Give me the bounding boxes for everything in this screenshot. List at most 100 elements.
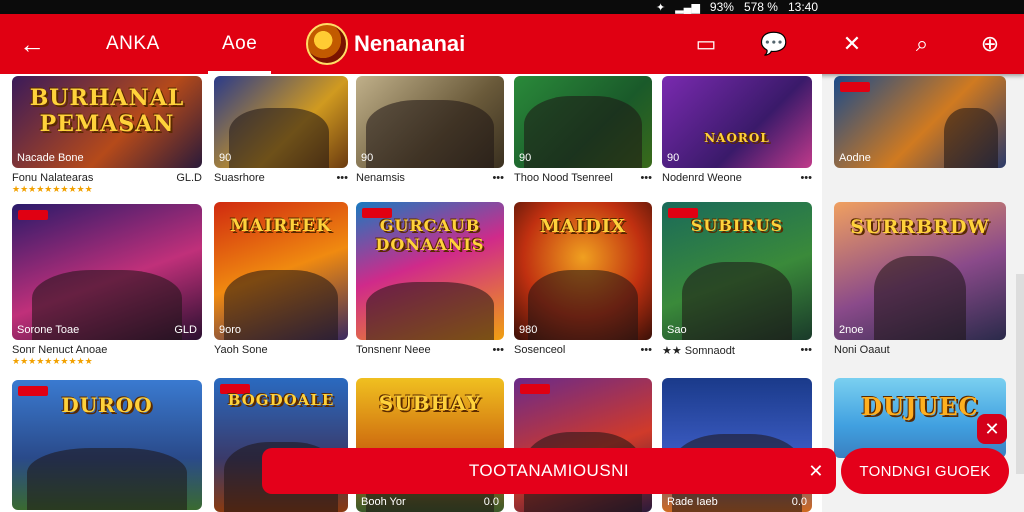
more-icon[interactable]: ••• [800, 172, 812, 184]
thumb-caption: Sorone Toae [17, 324, 80, 336]
card-footer: Noni Oaaut [834, 344, 1006, 356]
card-footer: Tonsnenr Neee ••• [356, 344, 504, 356]
card-footer: Suasrhore ••• [214, 172, 348, 184]
game-card[interactable]: NAOROL 90 Nodenrd Weone ••• [662, 76, 812, 184]
thumb-caption: 9oro [219, 324, 242, 336]
art-title: SUBHAY [378, 391, 482, 416]
pill-action-button[interactable]: TONDNGI GUOEK [841, 448, 1009, 494]
game-card[interactable]: 90 Nenamsis ••• [356, 76, 504, 184]
thumb-caption: Aodne [839, 152, 871, 164]
status-signal: 93% [709, 0, 734, 14]
search-icon: ⌕ [915, 31, 929, 56]
thumb-caption: 90 [361, 152, 374, 164]
game-thumbnail: Aodne [834, 76, 1006, 168]
rating-stars: ★★★★★★★★★★ [12, 356, 93, 366]
zoom-button[interactable]: ⊕ [968, 14, 1012, 74]
game-card[interactable]: SUBIRUS Sao ★★ Somnaodt ••• [662, 202, 812, 357]
status-battery: 578 % [743, 0, 778, 14]
zoom-icon: ⊕ [980, 31, 1000, 56]
bottom-banner[interactable]: TOOTANAMIOUSNI ✕ [262, 448, 836, 494]
brand[interactable]: Nenananai [306, 14, 465, 74]
thumb-caption: 90 [219, 152, 232, 164]
dismiss-button[interactable]: ✕ [977, 414, 1007, 444]
game-card[interactable]: GURCAUB DONAANIS Tonsnenr Neee ••• [356, 202, 504, 356]
more-icon[interactable]: ••• [492, 344, 504, 356]
game-title: Nodenrd Weone [662, 172, 742, 184]
art-title: GURCAUB DONAANIS [375, 215, 485, 254]
close-icon[interactable]: ✕ [808, 461, 824, 482]
more-icon[interactable]: ••• [492, 172, 504, 184]
thumb-value: 0.0 [791, 496, 807, 508]
game-card[interactable]: MAIDIX 980 Sosenceol ••• [514, 202, 652, 356]
back-button[interactable]: ← [0, 14, 64, 74]
character-group [229, 108, 329, 168]
thumb-caption: Sao [667, 324, 687, 336]
card-footer: ★★ Somnaodt ••• [662, 344, 812, 357]
game-card[interactable]: 90 Thoo Nood Tsenreel ••• [514, 76, 652, 184]
game-card[interactable]: SURRBRDW 2noe Noni Oaaut [834, 202, 1006, 356]
tools-button[interactable]: ✕ [830, 14, 874, 74]
game-thumbnail: GURCAUB DONAANIS [356, 202, 504, 340]
game-thumbnail: BURHANAL PEMASAN Nacade Bone [12, 76, 202, 168]
game-thumbnail: SURRBRDW 2noe [834, 202, 1006, 340]
search-button[interactable]: ⌕ [900, 14, 944, 74]
brand-logo [306, 23, 348, 65]
game-title: Thoo Nood Tsenreel [514, 172, 613, 184]
thumb-value: 0.0 [483, 496, 499, 508]
art-title: SUBIRUS [690, 215, 784, 235]
game-title: Yaoh Sone [214, 344, 268, 356]
character [874, 256, 966, 340]
character-group [27, 448, 187, 510]
game-card[interactable]: MAIREEK 9oro Yaoh Sone [214, 202, 348, 356]
game-title: Noni Oaaut [834, 344, 890, 356]
chat-icon: 💬 [760, 31, 788, 56]
game-card[interactable]: BURHANAL PEMASAN Nacade Bone Fonu Nalate… [12, 76, 202, 195]
game-thumbnail: MAIDIX 980 [514, 202, 652, 340]
close-icon: ✕ [984, 418, 1000, 439]
more-icon[interactable]: ••• [640, 344, 652, 356]
game-title: Sonr Nenuct Anoae [12, 344, 108, 356]
bookmark-button[interactable]: ▭ [684, 14, 728, 74]
game-title: Fonu Nalatearas [12, 172, 94, 184]
more-icon[interactable]: ••• [336, 172, 348, 184]
art-title: NAOROL [704, 131, 770, 146]
thumb-value: GLD [174, 324, 197, 336]
game-card[interactable]: Sorone Toae GLD Sonr Nenuct Anoae ★★★★★★… [12, 204, 202, 367]
game-thumbnail: 90 [214, 76, 348, 168]
game-card[interactable]: DUROO [12, 380, 202, 510]
app-bar: ← ANKA Aoe Nenananai ▭ 💬 ✕ ⌕ ⊕ [0, 14, 1024, 74]
game-meta: GL.D [176, 172, 202, 184]
more-icon[interactable]: ••• [640, 172, 652, 184]
game-thumbnail: 90 [356, 76, 504, 168]
game-title: ★★ Somnaodt [662, 345, 735, 357]
chat-button[interactable]: 💬 [752, 14, 796, 74]
thumb-caption: 980 [519, 324, 538, 336]
card-footer: Fonu Nalatearas GL.D [12, 172, 202, 184]
signal-icon: ▂▄▆ [675, 1, 700, 14]
thumb-caption: 90 [667, 152, 680, 164]
banner-label: TOOTANAMIOUSNI [468, 461, 630, 480]
hot-badge [18, 210, 48, 220]
card-footer: Sosenceol ••• [514, 344, 652, 356]
art-title: MAIREEK [230, 215, 332, 236]
more-icon[interactable]: ••• [800, 344, 812, 357]
thumb-caption: 90 [519, 152, 532, 164]
status-bar: ✦ ▂▄▆ 93% 578 % 13:40 [0, 0, 1024, 14]
tab-anka[interactable]: ANKA [106, 14, 160, 74]
game-thumbnail: Sorone Toae GLD [12, 204, 202, 340]
character-group [528, 270, 638, 340]
tab-aoe[interactable]: Aoe [207, 14, 272, 74]
thumb-caption: Rade Iaeb [667, 496, 718, 508]
game-title: Sosenceol [514, 344, 566, 356]
game-card[interactable]: 90 Suasrhore ••• [214, 76, 348, 184]
card-footer: Sonr Nenuct Anoae [12, 344, 202, 356]
wifi-icon: ✦ [655, 1, 666, 14]
game-card[interactable]: Aodne [834, 76, 1006, 168]
character-group [366, 282, 494, 340]
card-footer: Thoo Nood Tsenreel ••• [514, 172, 652, 184]
game-thumbnail: SUBIRUS Sao [662, 202, 812, 340]
scrollbar[interactable] [1016, 274, 1024, 474]
game-title: Suasrhore [214, 172, 265, 184]
art-title: MAIDIX [539, 215, 627, 237]
bookmark-icon: ▭ [695, 31, 717, 56]
